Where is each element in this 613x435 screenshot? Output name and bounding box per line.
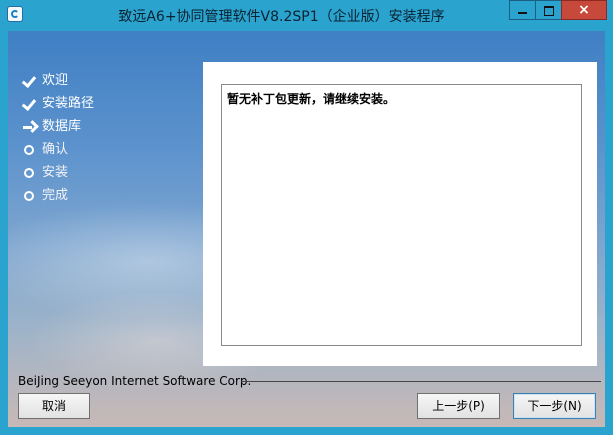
footer-divider [241, 381, 601, 382]
step-list: 欢迎 安装路径 数据库 确认 安装 完成 [22, 71, 94, 209]
minimize-button[interactable] [509, 0, 535, 20]
maximize-button[interactable] [535, 0, 561, 20]
window-title: 致远A6+协同管理软件V8.2SP1（企业版）安装程序 [118, 9, 445, 25]
circle-icon [22, 186, 38, 206]
step-label: 完成 [42, 188, 69, 203]
step-label: 安装路径 [42, 96, 95, 111]
installer-window: 致远A6+协同管理软件V8.2SP1（企业版）安装程序 × 欢迎 安装路径 数据… [0, 0, 613, 435]
step-install-path: 安装路径 [22, 94, 94, 117]
circle-icon [22, 163, 38, 183]
step-label: 数据库 [42, 119, 82, 134]
update-message: 暂无补丁包更新，请继续安装。 [227, 92, 396, 106]
app-logo-icon[interactable] [7, 6, 23, 22]
installer-body: 欢迎 安装路径 数据库 确认 安装 完成 暂无补丁包更新，请继续安装。 BeiJ… [8, 31, 605, 427]
cancel-button[interactable]: 取消 [18, 393, 90, 419]
arrow-right-icon [22, 117, 38, 137]
step-label: 确认 [42, 142, 69, 157]
step-label: 安装 [42, 165, 69, 180]
step-label: 欢迎 [42, 73, 69, 88]
step-install: 安装 [22, 163, 94, 186]
close-button[interactable]: × [561, 0, 607, 20]
content-panel: 暂无补丁包更新，请继续安装。 [203, 62, 597, 366]
close-icon: × [578, 2, 590, 18]
previous-button[interactable]: 上一步(P) [417, 393, 500, 419]
step-finish: 完成 [22, 186, 94, 209]
next-button[interactable]: 下一步(N) [513, 393, 596, 419]
title-bar[interactable]: 致远A6+协同管理软件V8.2SP1（企业版）安装程序 × [0, 0, 613, 30]
company-name: BeiJing Seeyon Internet Software Corp. [18, 374, 252, 388]
step-confirm: 确认 [22, 140, 94, 163]
step-welcome: 欢迎 [22, 71, 94, 94]
circle-icon [22, 140, 38, 160]
check-icon [22, 71, 38, 91]
message-textarea[interactable]: 暂无补丁包更新，请继续安装。 [221, 84, 582, 346]
step-database: 数据库 [22, 117, 94, 140]
check-icon [22, 94, 38, 114]
